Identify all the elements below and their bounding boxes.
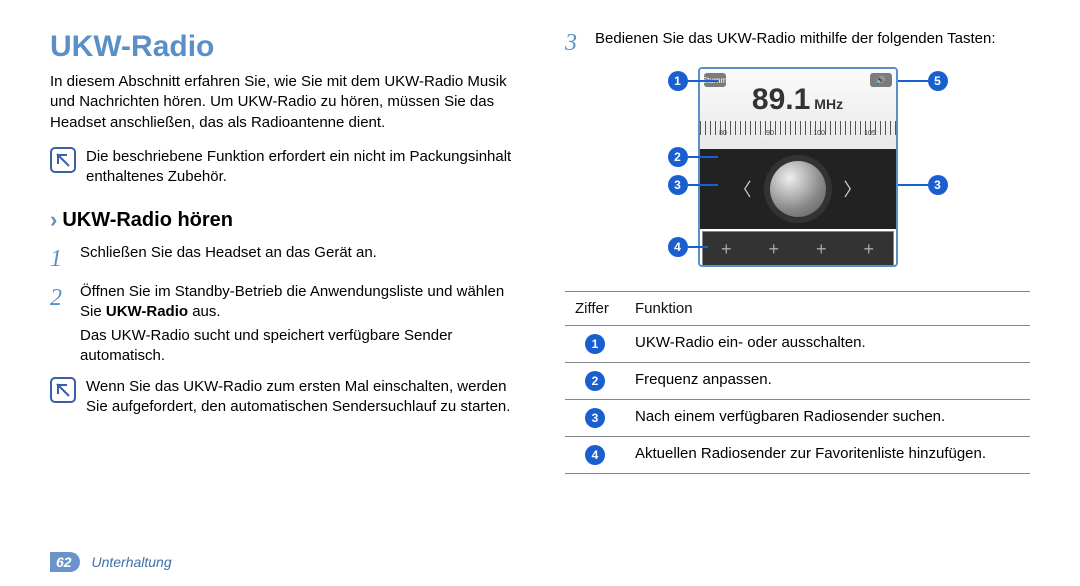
step-3: 3 Bedienen Sie das UKW-Radio mithilfe de…: [565, 30, 1030, 57]
prev-station-icon: 〈: [734, 176, 752, 202]
next-station-icon: 〉: [844, 176, 862, 202]
note-first-start: Wenn Sie das UKW-Radio zum ersten Mal ei…: [50, 377, 515, 418]
favorites-row: + + + +: [702, 231, 894, 267]
step-number-1: 1: [50, 243, 68, 275]
plus-icon: +: [863, 239, 874, 260]
callout-3-right: 3: [928, 175, 948, 195]
page-body: UKW-Radio In diesem Abschnitt erfahren S…: [50, 30, 1030, 474]
radio-figure: Stumm 🔊 89.1 MHz 80 90 100 105: [638, 67, 958, 277]
step-2-sub: Das UKW-Radio sucht und speichert verfüg…: [80, 326, 515, 367]
note-icon: [50, 147, 76, 173]
leader: [898, 184, 928, 186]
page-footer: 62 Unterhaltung: [50, 552, 172, 572]
row-function: Aktuellen Radiosender zur Favoritenliste…: [625, 437, 1030, 474]
step-1: 1 Schließen Sie das Headset an das Gerät…: [50, 243, 515, 275]
left-column: UKW-Radio In diesem Abschnitt erfahren S…: [50, 30, 515, 474]
header-ziffer: Ziffer: [565, 292, 625, 326]
tuning-dial: [770, 161, 826, 217]
footer-section: Unterhaltung: [91, 554, 171, 570]
radio-controls: 〈 〉: [700, 149, 896, 229]
note-accessory: Die beschriebene Funktion erfordert ein …: [50, 147, 515, 188]
row-number: 1: [585, 334, 605, 354]
section-heading: › UKW-Radio hören: [50, 207, 515, 233]
row-function: Nach einem verfügbaren Radiosender suche…: [625, 400, 1030, 437]
frequency-unit: MHz: [814, 96, 843, 112]
note-icon: [50, 377, 76, 403]
leader: [898, 80, 928, 82]
callout-4: 4: [668, 237, 688, 257]
frequency-ruler: 80 90 100 105: [700, 121, 896, 135]
step-number-3: 3: [565, 30, 583, 57]
plus-icon: +: [816, 239, 827, 260]
tick: 105: [864, 130, 876, 137]
table-row: 4 Aktuellen Radiosender zur Favoritenlis…: [565, 437, 1030, 474]
speaker-icon: 🔊: [870, 73, 892, 87]
callout-5: 5: [928, 71, 948, 91]
table-row: 2 Frequenz anpassen.: [565, 363, 1030, 400]
leader: [688, 246, 708, 248]
step-1-text: Schließen Sie das Headset an das Gerät a…: [80, 243, 515, 263]
page-number: 62: [50, 552, 80, 572]
frequency-value: 89.1: [752, 83, 810, 117]
plus-icon: +: [721, 239, 732, 260]
leader: [688, 80, 718, 82]
table-row: 3 Nach einem verfügbaren Radiosender suc…: [565, 400, 1030, 437]
intro-text: In diesem Abschnitt erfahren Sie, wie Si…: [50, 72, 515, 133]
chevron-icon: ›: [50, 207, 57, 233]
right-column: 3 Bedienen Sie das UKW-Radio mithilfe de…: [565, 30, 1030, 474]
function-table: Ziffer Funktion 1 UKW-Radio ein- oder au…: [565, 291, 1030, 474]
callout-3-left: 3: [668, 175, 688, 195]
row-number: 2: [585, 371, 605, 391]
page-title: UKW-Radio: [50, 30, 515, 64]
leader: [688, 184, 718, 186]
step-2: 2 Öffnen Sie im Standby-Betrieb die Anwe…: [50, 282, 515, 367]
row-number: 4: [585, 445, 605, 465]
row-function: UKW-Radio ein- oder ausschalten.: [625, 326, 1030, 363]
step-number-2: 2: [50, 282, 68, 314]
note-text: Wenn Sie das UKW-Radio zum ersten Mal ei…: [86, 377, 515, 418]
table-row: 1 UKW-Radio ein- oder ausschalten.: [565, 326, 1030, 363]
step-2-bold: UKW-Radio: [106, 303, 188, 320]
tick: 100: [813, 130, 825, 137]
table-header-row: Ziffer Funktion: [565, 292, 1030, 326]
section-heading-text: UKW-Radio hören: [62, 209, 233, 232]
radio-screenshot: Stumm 🔊 89.1 MHz 80 90 100 105: [698, 67, 898, 267]
radio-display: Stumm 🔊 89.1 MHz 80 90 100 105: [700, 69, 896, 149]
step-3-text: Bedienen Sie das UKW-Radio mithilfe der …: [595, 30, 996, 47]
step-2-text-b: aus.: [188, 303, 221, 320]
callout-1: 1: [668, 71, 688, 91]
row-number: 3: [585, 408, 605, 428]
callout-2: 2: [668, 147, 688, 167]
leader: [688, 156, 718, 158]
tick: 80: [719, 130, 727, 137]
step-2-body: Öffnen Sie im Standby-Betrieb die Anwend…: [80, 282, 515, 367]
plus-icon: +: [768, 239, 779, 260]
note-text: Die beschriebene Funktion erfordert ein …: [86, 147, 515, 188]
header-funktion: Funktion: [625, 292, 1030, 326]
tick: 90: [766, 130, 774, 137]
row-function: Frequenz anpassen.: [625, 363, 1030, 400]
